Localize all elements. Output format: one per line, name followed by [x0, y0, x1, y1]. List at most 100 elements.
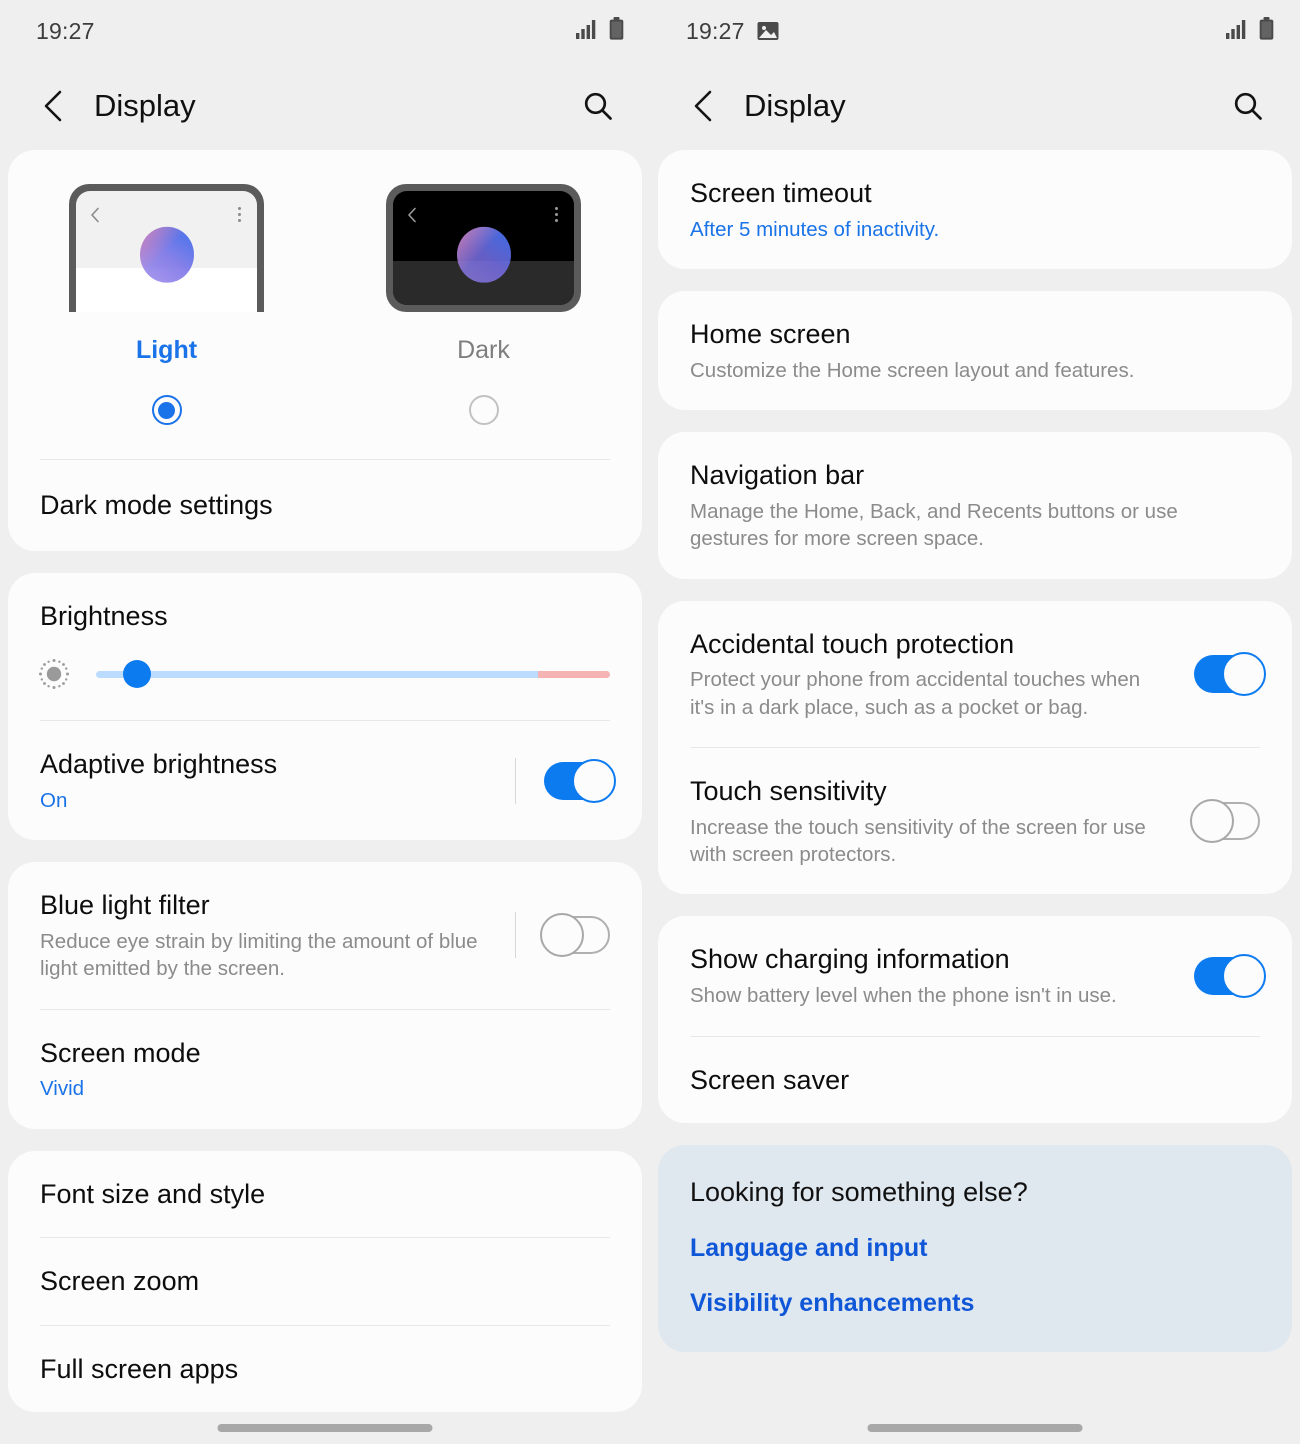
status-time: 19:27: [686, 17, 745, 44]
status-icons: [1226, 17, 1274, 45]
toggle-knob: [1190, 799, 1234, 844]
adaptive-brightness-title: Adaptive brightness: [40, 749, 278, 779]
light-theme-label: Light: [135, 336, 198, 364]
search-icon[interactable]: [576, 84, 620, 128]
touch-sensitivity-toggle[interactable]: [1190, 799, 1260, 844]
toggle-knob: [1222, 953, 1266, 998]
preview-back-chevron-icon: [407, 207, 418, 228]
home-screen-subtitle: Customize the Home screen layout and fea…: [690, 358, 1135, 382]
full-screen-apps-row[interactable]: Full screen apps: [8, 1326, 642, 1413]
show-charging-information-subtitle: Show battery level when the phone isn't …: [690, 984, 1117, 1008]
status-icons: [576, 17, 624, 45]
accidental-touch-protection-row[interactable]: Accidental touch protection Protect your…: [658, 601, 1292, 747]
toggle-knob: [1222, 651, 1266, 696]
visibility-enhancements-link[interactable]: Visibility enhancements: [658, 1263, 1292, 1318]
page-title: Display: [744, 88, 846, 123]
font-size-and-style-title: Font size and style: [40, 1178, 266, 1209]
screen-timeout-row[interactable]: Screen timeout After 5 minutes of inacti…: [658, 150, 1292, 269]
theme-option-dark[interactable]: Dark: [325, 184, 642, 425]
screen-mode-row[interactable]: Screen mode Vivid: [8, 1010, 642, 1129]
search-icon[interactable]: [1226, 84, 1270, 128]
blue-light-filter-row[interactable]: Blue light filter Reduce eye strain by l…: [8, 862, 642, 1008]
toggle-knob: [572, 758, 616, 803]
back-chevron-icon[interactable]: [34, 86, 74, 126]
toggle-divider: [515, 757, 516, 804]
status-time: 19:27: [36, 17, 95, 44]
adaptive-brightness-text: Adaptive brightness On: [40, 747, 503, 814]
adaptive-brightness-toggle[interactable]: [544, 758, 616, 803]
back-chevron-icon[interactable]: [684, 86, 724, 126]
accidental-touch-protection-title: Accidental touch protection: [690, 628, 1015, 659]
touch-card: Accidental touch protection Protect your…: [658, 600, 1292, 895]
right-phone-screen: 19:27 Display Screen timeout After 5 min…: [650, 0, 1300, 1444]
battery-icon: [1259, 17, 1274, 45]
blue-light-filter-text: Blue light filter Reduce eye strain by l…: [40, 888, 503, 982]
dark-theme-label: Dark: [457, 336, 510, 364]
home-indicator[interactable]: [217, 1424, 433, 1432]
preview-gradient-bubble: [139, 226, 194, 283]
preview-overflow-menu-icon: [555, 207, 558, 222]
screen-zoom-title: Screen zoom: [40, 1266, 200, 1297]
theme-option-light[interactable]: Light: [8, 184, 325, 425]
charging-card: Show charging information Show battery l…: [658, 916, 1292, 1124]
looking-for-something-else-card: Looking for something else? Language and…: [658, 1145, 1292, 1353]
display-options-card: Font size and style Screen zoom Full scr…: [8, 1150, 642, 1413]
touch-sensitivity-subtitle: Increase the touch sensitivity of the sc…: [690, 815, 1146, 867]
preview-back-chevron-icon: [90, 207, 101, 228]
adaptive-brightness-row[interactable]: Adaptive brightness On: [8, 721, 642, 840]
theme-options-row: Light Dark: [8, 184, 642, 425]
left-status-bar: 19:27: [0, 0, 650, 62]
slider-track: [96, 670, 610, 678]
screen-timeout-card: Screen timeout After 5 minutes of inacti…: [658, 150, 1292, 270]
brightness-sun-icon: [34, 654, 74, 694]
screen-saver-row[interactable]: Screen saver: [658, 1037, 1292, 1124]
page-title: Display: [94, 88, 196, 123]
full-screen-apps-title: Full screen apps: [40, 1353, 239, 1384]
accidental-touch-protection-subtitle: Protect your phone from accidental touch…: [690, 668, 1141, 719]
preview-overflow-menu-icon: [238, 207, 241, 222]
screen-timeout-value: After 5 minutes of inactivity.: [690, 217, 940, 241]
light-theme-preview: [69, 184, 264, 312]
show-charging-information-title: Show charging information: [690, 944, 1010, 975]
navigation-bar-card: Navigation bar Manage the Home, Back, an…: [658, 432, 1292, 579]
right-app-bar: Display: [650, 62, 1300, 150]
theme-selector-card: Light Dark Dark mode settings: [8, 150, 642, 551]
right-status-bar: 19:27: [650, 0, 1300, 62]
navigation-bar-row[interactable]: Navigation bar Manage the Home, Back, an…: [658, 432, 1292, 578]
navigation-bar-title: Navigation bar: [690, 460, 865, 491]
brightness-card: Brightness Adaptive brightness On: [8, 573, 642, 841]
blue-light-card: Blue light filter Reduce eye strain by l…: [8, 862, 642, 1129]
touch-sensitivity-row[interactable]: Touch sensitivity Increase the touch sen…: [658, 748, 1292, 894]
home-screen-title: Home screen: [690, 319, 851, 350]
font-size-and-style-row[interactable]: Font size and style: [8, 1151, 642, 1238]
home-indicator[interactable]: [867, 1424, 1083, 1432]
blue-light-filter-toggle[interactable]: [540, 913, 610, 958]
touch-sensitivity-text: Touch sensitivity Increase the touch sen…: [690, 774, 1164, 868]
show-charging-information-row[interactable]: Show charging information Show battery l…: [658, 916, 1292, 1035]
looking-for-title: Looking for something else?: [690, 1177, 1028, 1208]
dual-screenshot-container: 19:27 Display Light Dark Dark mode setti…: [0, 0, 1300, 1444]
language-and-input-link[interactable]: Language and input: [658, 1208, 1292, 1263]
left-app-bar: Display: [0, 62, 650, 150]
right-content: Screen timeout After 5 minutes of inacti…: [650, 150, 1300, 1353]
slider-thumb[interactable]: [123, 660, 152, 688]
image-screenshot-icon: [757, 20, 779, 42]
show-charging-information-text: Show charging information Show battery l…: [690, 942, 1164, 1009]
signal-bars-icon: [576, 19, 598, 44]
home-screen-row[interactable]: Home screen Customize the Home screen la…: [658, 291, 1292, 410]
accidental-touch-protection-toggle[interactable]: [1194, 651, 1266, 696]
accidental-touch-protection-text: Accidental touch protection Protect your…: [690, 627, 1164, 721]
slider-warm-zone: [538, 670, 610, 678]
dark-theme-radio[interactable]: [468, 395, 499, 425]
show-charging-information-toggle[interactable]: [1194, 953, 1266, 998]
screen-mode-value: Vivid: [40, 1077, 85, 1101]
dark-mode-settings-row[interactable]: Dark mode settings: [8, 460, 642, 551]
brightness-slider-row[interactable]: [8, 632, 642, 720]
touch-sensitivity-title: Touch sensitivity: [690, 776, 887, 806]
toggle-divider: [515, 912, 516, 959]
toggle-knob: [540, 913, 584, 958]
left-content: Light Dark Dark mode settings Brightness…: [0, 150, 650, 1413]
light-theme-radio[interactable]: [151, 395, 182, 425]
brightness-slider[interactable]: [96, 660, 610, 688]
screen-zoom-row[interactable]: Screen zoom: [8, 1238, 642, 1325]
